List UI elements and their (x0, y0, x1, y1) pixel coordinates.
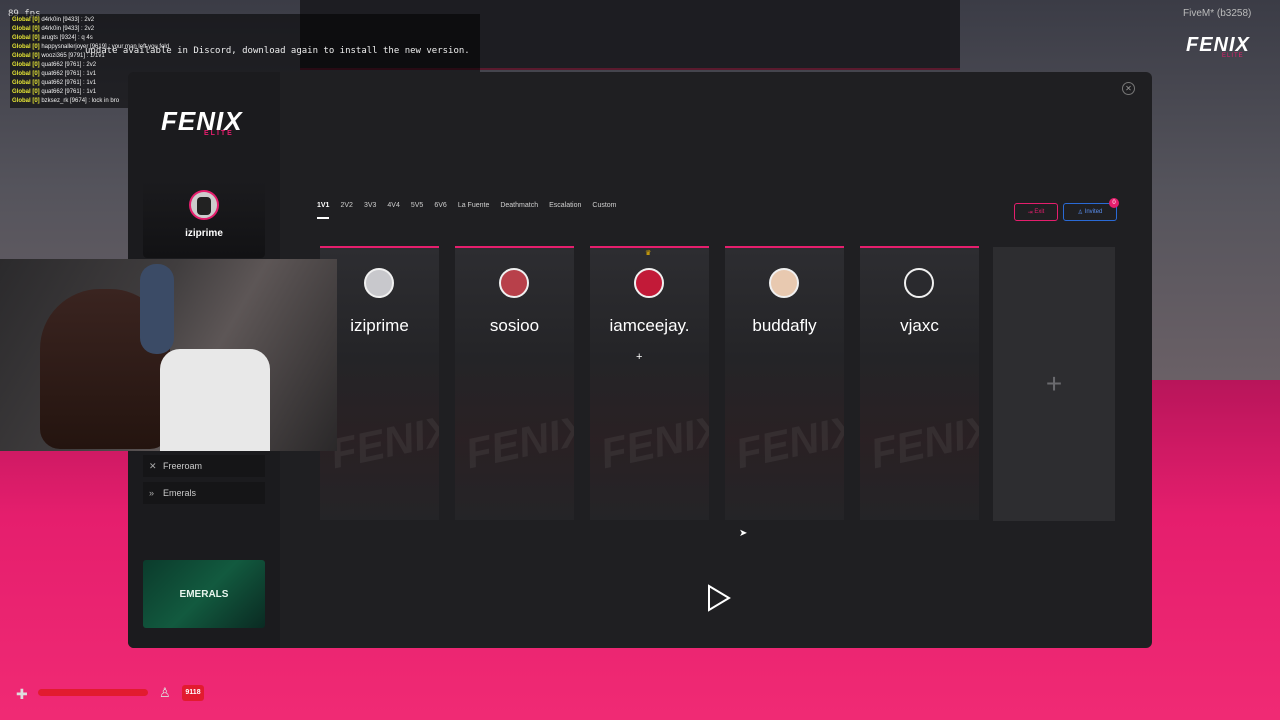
tab-la-fuente[interactable]: La Fuente (458, 202, 490, 213)
close-icon: ✕ (1125, 84, 1132, 93)
chevrons-icon: » (149, 488, 155, 498)
emerals-banner[interactable]: EMERALS (143, 560, 265, 628)
avatar (634, 268, 664, 298)
avatar (499, 268, 529, 298)
chat-line: Global [0] d4rk0in [9433] : 2v2 (12, 26, 95, 32)
avatar (904, 268, 934, 298)
user-icon: ♙ (1077, 209, 1085, 216)
exit-button[interactable]: ⇥ Exit (1014, 203, 1058, 221)
sidebar-item-freeroam[interactable]: ✕ Freeroam (143, 455, 265, 477)
tab-escalation[interactable]: Escalation (549, 202, 581, 213)
fenix-logo-sub: ELITE (204, 130, 234, 137)
tab-6v6[interactable]: 6V6 (434, 202, 446, 213)
profile-card[interactable]: iziprime (143, 180, 265, 258)
webcam-headset (140, 264, 174, 354)
avatar (364, 268, 394, 298)
add-player-slot[interactable]: + (993, 247, 1115, 521)
player-card[interactable]: FENIX iziprime (320, 246, 439, 520)
player-card[interactable]: FENIX buddafly (725, 246, 844, 520)
tab-2v2[interactable]: 2V2 (340, 202, 352, 213)
tab-5v5[interactable]: 5V5 (411, 202, 423, 213)
chat-line: Global [0] arugts [9324] : q 4s (12, 35, 93, 41)
invited-count-badge: 0 (1109, 198, 1119, 208)
plus-icon: + (1045, 368, 1063, 399)
crown-icon: ♛ (645, 250, 652, 257)
user-icon: ♙ (159, 685, 171, 700)
chat-line: Global [0] quat662 [9761] : 2v2 (12, 62, 97, 68)
player-card[interactable]: FENIX sosioo (455, 246, 574, 520)
corner-logo-sub: ELITE (1222, 53, 1244, 59)
player-card[interactable]: FENIX vjaxc (860, 246, 979, 520)
webcam-shirt (160, 349, 270, 451)
invited-label: Invited (1084, 209, 1103, 215)
tab-4v4[interactable]: 4V4 (387, 202, 399, 213)
health-bar (38, 689, 148, 696)
tab-custom[interactable]: Custom (592, 202, 616, 213)
update-notice: update available in Discord, download ag… (85, 46, 470, 56)
swords-icon: ✕ (149, 460, 157, 471)
player-name: buddafly (752, 316, 817, 335)
health-icon: ✚ (16, 686, 28, 702)
tab-1v1[interactable]: 1V1 (317, 202, 330, 219)
player-name: vjaxc (900, 316, 939, 335)
player-card[interactable]: FENIX iamceejay. (590, 246, 709, 520)
crosshair-icon: + (636, 351, 643, 363)
sidebar-item-label: Freeroam (163, 461, 203, 471)
close-button[interactable]: ✕ (1122, 82, 1135, 95)
tab-3v3[interactable]: 3V3 (364, 202, 376, 213)
exit-icon: ⇥ (1027, 209, 1035, 216)
player-name: sosioo (489, 316, 540, 335)
avatar (769, 268, 799, 298)
mouse-cursor-icon: ➤ (739, 528, 748, 539)
sidebar-item-emerals[interactable]: » Emerals (143, 482, 265, 504)
exit-label: Exit (1034, 209, 1045, 215)
fivem-build-label: FiveM* (b3258) (1183, 8, 1252, 19)
player-name: iamceejay. (609, 316, 690, 335)
tab-deathmatch[interactable]: Deathmatch (500, 202, 538, 213)
play-button[interactable] (706, 584, 732, 612)
streamer-webcam (0, 259, 337, 451)
mode-tabs: 1V1 2V2 3V3 4V4 5V5 6V6 La Fuente Deathm… (317, 202, 628, 219)
chat-line: Global [0] d4rk0in [9433] : 2v2 (12, 17, 95, 23)
player-name: iziprime (350, 316, 409, 335)
avatar (189, 190, 219, 220)
money-badge: 9118 (182, 685, 204, 701)
play-icon (708, 584, 731, 612)
profile-name: iziprime (185, 228, 223, 239)
sidebar-item-label: Emerals (163, 488, 197, 498)
